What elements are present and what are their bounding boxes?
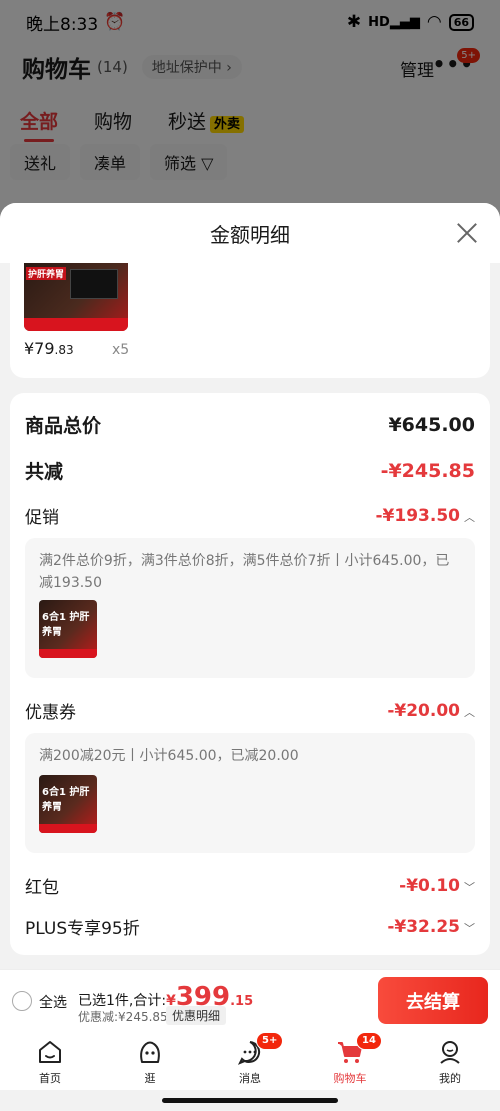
coupon-thumb-caption: 6合1 护肝养胃	[42, 787, 90, 813]
plus-value: -¥32.25	[387, 916, 460, 937]
tab-cart[interactable]: 购物车 14	[300, 1030, 400, 1090]
tab-browse[interactable]: 逛	[100, 1030, 200, 1090]
selected-text: 已选1件,合计:	[78, 993, 167, 1009]
plus-label: PLUS专享95折	[25, 919, 140, 939]
coupon-value: -¥20.00	[387, 700, 460, 721]
tab-cart-label: 购物车	[333, 1072, 367, 1085]
redpacket-row[interactable]: 红包 -¥0.10 ﹀	[25, 873, 475, 899]
checkout-bar: 全选 已选1件,合计:¥399.15 优惠减:¥245.85 优惠明细 去结算	[0, 969, 500, 1030]
tab-home[interactable]: 首页	[0, 1030, 100, 1090]
cart-badge: 14	[356, 1032, 382, 1050]
reduce-row: 共减 -¥245.85	[25, 457, 475, 484]
total-dec: .15	[230, 994, 254, 1009]
coupon-label: 优惠券	[25, 703, 76, 723]
price-int: ¥79	[24, 339, 55, 358]
tab-browse-label: 逛	[144, 1072, 156, 1085]
select-all-label[interactable]: 全选	[39, 992, 67, 1012]
total-row: 商品总价 ¥645.00	[25, 411, 475, 438]
select-all-radio[interactable]	[12, 991, 32, 1011]
bottom-tabbar: 首页 逛 消息 5+ 购物车 14 我的	[0, 1030, 500, 1090]
total-value: ¥645.00	[388, 413, 475, 436]
amount-breakdown-card: 商品总价 ¥645.00 共减 -¥245.85 促销 -¥193.50 ︿ 满2…	[10, 393, 490, 955]
home-indicator[interactable]	[162, 1098, 338, 1103]
promo-label: 促销	[25, 508, 59, 528]
price-dec: .83	[54, 343, 74, 357]
promo-thumb-caption: 6合1 护肝养胃	[42, 612, 90, 638]
product-qty: x5	[112, 342, 130, 358]
chevron-down-icon: ﹀	[464, 880, 475, 894]
product-image-caption: 护肝养胃	[26, 267, 67, 280]
browse-icon	[140, 1041, 160, 1063]
chevron-up-icon: ︿	[464, 510, 475, 524]
coupon-thumb-stripe	[39, 824, 97, 833]
checkout-button[interactable]: 去结算	[378, 977, 488, 1024]
sheet-title: 金额明细	[210, 222, 290, 247]
promo-value: -¥193.50	[375, 505, 461, 526]
tab-profile-label: 我的	[439, 1072, 461, 1085]
tab-messages-label: 消息	[239, 1072, 261, 1085]
close-icon[interactable]	[452, 218, 482, 248]
coupon-detail-text: 满200减20元丨小计645.00，已减20.00	[39, 748, 299, 764]
product-image-stripe	[24, 318, 128, 331]
tab-messages[interactable]: 消息 5+	[200, 1030, 300, 1090]
reduce-value: -¥245.85	[380, 459, 475, 482]
redpacket-label: 红包	[25, 878, 59, 898]
promo-row[interactable]: 促销 -¥193.50 ︿	[25, 503, 475, 529]
product-card: 护肝养胃 ¥79.83 x5	[10, 263, 490, 378]
reduce-label: 共减	[25, 461, 64, 483]
coupon-row[interactable]: 优惠券 -¥20.00 ︿	[25, 698, 475, 724]
chevron-up-icon: ︿	[464, 705, 475, 719]
promo-detail-text: 满2件总价9折，满3件总价8折，满5件总价7折丨小计645.00，已减193.5…	[39, 553, 450, 591]
profile-icon	[440, 1041, 460, 1064]
plus-row[interactable]: PLUS专享95折 -¥32.25 ﹀	[25, 914, 475, 940]
coupon-detail-box: 满200减20元丨小计645.00，已减20.00 6合1 护肝养胃	[25, 733, 475, 853]
discount-text: 优惠减:¥245.85	[78, 1010, 168, 1024]
discount-detail-link[interactable]: 优惠明细	[166, 1006, 227, 1025]
chevron-down-icon: ﹀	[464, 921, 475, 935]
home-icon	[39, 1041, 61, 1063]
message-badge: 5+	[256, 1032, 284, 1050]
tab-home-label: 首页	[39, 1072, 61, 1085]
sheet-header: 金额明细	[0, 203, 500, 263]
product-image[interactable]: 护肝养胃	[24, 263, 128, 331]
product-box-graphic	[70, 269, 118, 299]
product-price: ¥79.83	[24, 339, 74, 358]
total-label: 商品总价	[25, 415, 102, 437]
tab-profile[interactable]: 我的	[400, 1030, 500, 1090]
promo-detail-box: 满2件总价9折，满3件总价8折，满5件总价7折丨小计645.00，已减193.5…	[25, 538, 475, 678]
redpacket-value: -¥0.10	[399, 875, 460, 896]
promo-product-thumb[interactable]: 6合1 护肝养胃	[39, 600, 97, 658]
promo-thumb-stripe	[39, 649, 97, 658]
coupon-product-thumb[interactable]: 6合1 护肝养胃	[39, 775, 97, 833]
